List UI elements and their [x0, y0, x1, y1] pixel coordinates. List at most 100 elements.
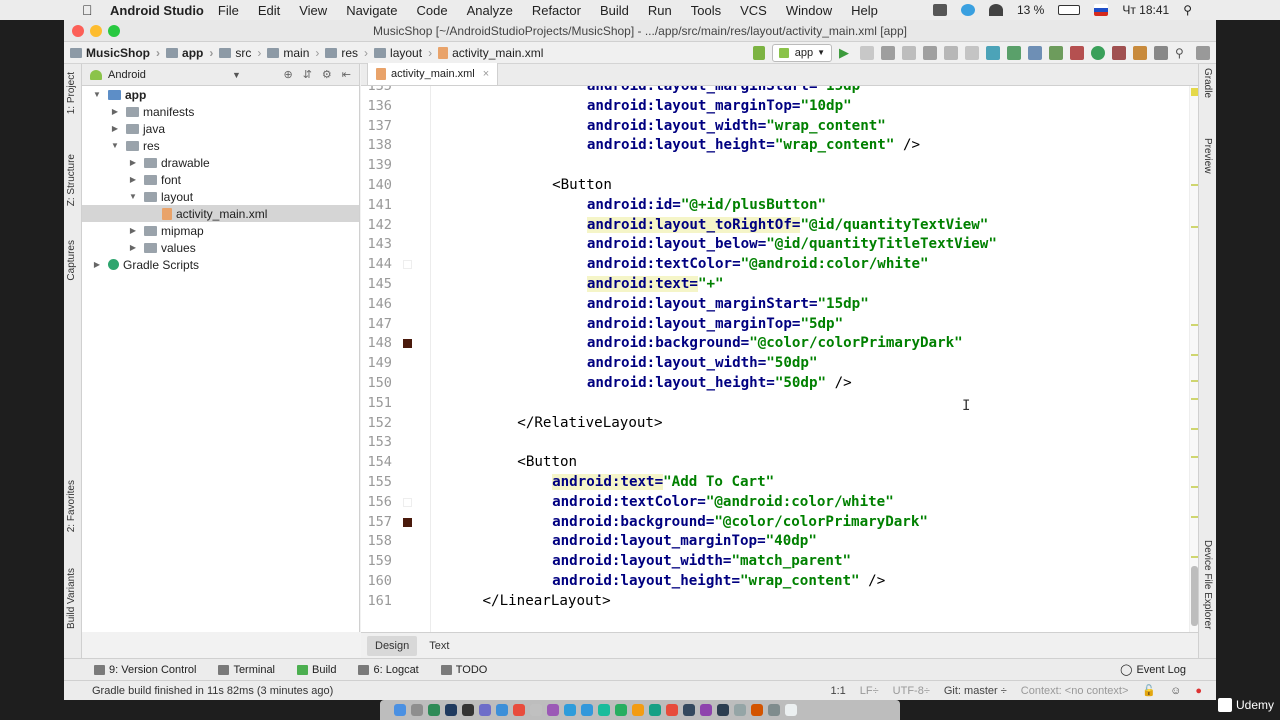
color-swatch-icon[interactable] [403, 260, 412, 270]
stripe-mark[interactable] [1191, 226, 1198, 228]
menu-code[interactable]: Code [417, 3, 448, 18]
app-icon[interactable] [547, 704, 559, 716]
collapsed-arrow-icon[interactable]: ▶ [128, 158, 138, 167]
app-icon[interactable] [683, 704, 695, 716]
search-icon[interactable]: ⚲ [1175, 46, 1189, 60]
attach-debugger-icon[interactable] [923, 46, 937, 60]
tree-item[interactable]: ▶ values [82, 239, 359, 256]
event-log-button[interactable]: ◯ Event Log [1120, 663, 1186, 677]
app-icon[interactable] [717, 704, 729, 716]
clock[interactable]: Чт 18:41 [1122, 3, 1169, 17]
code-line[interactable]: 141 android:id="@+id/plusButton" [361, 195, 1189, 215]
app-icon[interactable] [479, 704, 491, 716]
wifi-icon[interactable] [988, 4, 1003, 16]
finder-icon[interactable] [394, 704, 406, 716]
target-icon[interactable]: ⊕ [283, 68, 292, 81]
tab-favorites[interactable]: 2: Favorites [66, 480, 77, 532]
tree-item[interactable]: ▶ java [82, 120, 359, 137]
event-error-icon[interactable]: ● [1195, 685, 1202, 697]
battery-icon[interactable] [1058, 5, 1081, 15]
collapsed-arrow-icon[interactable]: ▶ [128, 226, 138, 235]
tree-item[interactable]: activity_main.xml [82, 205, 359, 222]
menu-run[interactable]: Run [648, 3, 672, 18]
collapsed-arrow-icon[interactable]: ▶ [128, 243, 138, 252]
tab-gradle[interactable]: Gradle [1202, 68, 1213, 98]
menu-navigate[interactable]: Navigate [346, 3, 397, 18]
color-swatch-icon[interactable] [403, 517, 412, 527]
app-icon[interactable] [496, 704, 508, 716]
app-icon[interactable] [700, 704, 712, 716]
code-line[interactable]: 157 android:background="@color/colorPrima… [361, 512, 1189, 532]
code-line[interactable]: 153 [361, 432, 1189, 452]
app-icon[interactable] [632, 704, 644, 716]
tab-activity-main[interactable]: activity_main.xml × [367, 63, 499, 85]
tab-captures[interactable]: Captures [66, 240, 77, 281]
stripe-mark[interactable] [1191, 556, 1198, 558]
code-line[interactable]: 138 android:layout_height="wrap_content" … [361, 135, 1189, 155]
stripe-mark[interactable] [1191, 486, 1198, 488]
error-stripe[interactable] [1189, 86, 1198, 632]
code-line[interactable]: 142 android:layout_toRightOf="@id/quantit… [361, 215, 1189, 235]
tab-preview[interactable]: Preview [1202, 138, 1213, 174]
stripe-mark[interactable] [1191, 398, 1198, 400]
code-area[interactable]: 135 android:layout_marginStart="15dp" 136 a… [361, 86, 1189, 632]
code-line[interactable]: 155 android:text="Add To Cart" [361, 472, 1189, 492]
make-project-icon[interactable] [752, 46, 765, 60]
collapse-icon[interactable]: ⇵ [303, 68, 312, 81]
code-line[interactable]: 146 android:layout_marginStart="15dp" [361, 294, 1189, 314]
code-line[interactable]: 156 android:textColor="@android:color/whi… [361, 492, 1189, 512]
tool-logcat[interactable]: 6: Logcat [358, 664, 419, 676]
coverage-icon[interactable] [944, 46, 958, 60]
collapsed-arrow-icon[interactable]: ▶ [110, 107, 120, 116]
collapsed-arrow-icon[interactable]: ▶ [92, 260, 102, 269]
gradle-sync-icon[interactable] [1091, 46, 1105, 60]
editor-scrollbar-thumb[interactable] [1191, 566, 1198, 626]
breadcrumb-res[interactable]: res › [325, 46, 368, 60]
breadcrumb-src[interactable]: src › [219, 46, 261, 60]
tree-item[interactable]: ▶ mipmap [82, 222, 359, 239]
menu-view[interactable]: View [299, 3, 327, 18]
git-branch[interactable]: Git: master ÷ [944, 685, 1007, 697]
breadcrumb-project[interactable]: MusicShop › [70, 46, 160, 60]
menu-build[interactable]: Build [600, 3, 629, 18]
menu-help[interactable]: Help [851, 3, 878, 18]
skype-dock-icon[interactable] [564, 704, 576, 716]
code-line[interactable]: 150 android:layout_height="50dp" /> [361, 373, 1189, 393]
skype-icon[interactable] [960, 4, 975, 16]
tool-terminal[interactable]: Terminal [218, 664, 275, 676]
tab-project[interactable]: 1: Project [66, 72, 77, 114]
tool-version-control[interactable]: 9: Version Control [94, 664, 196, 676]
analysis-status-icon[interactable] [1191, 88, 1198, 96]
stripe-mark[interactable] [1191, 324, 1198, 326]
app-menu-name[interactable]: Android Studio [110, 3, 204, 18]
android-studio-dock-icon[interactable] [428, 704, 440, 716]
avd-manager-icon[interactable] [1028, 46, 1042, 60]
expanded-arrow-icon[interactable]: ▼ [92, 90, 102, 99]
code-line[interactable]: 154 <Button [361, 452, 1189, 472]
tree-item[interactable]: ▼ app [82, 86, 359, 103]
code-line[interactable]: 161 </LinearLayout> [361, 591, 1189, 611]
lock-icon[interactable]: 🔓 [1142, 684, 1156, 697]
code-line[interactable]: 151 [361, 393, 1189, 413]
stripe-mark[interactable] [1191, 516, 1198, 518]
stripe-mark[interactable] [1191, 184, 1198, 186]
debug-icon[interactable] [881, 46, 895, 60]
close-icon[interactable]: × [483, 68, 489, 80]
status-message[interactable]: Gradle build finished in 11s 82ms (3 min… [92, 685, 333, 697]
zoom-window-button[interactable] [108, 25, 120, 37]
collapsed-arrow-icon[interactable]: ▶ [110, 124, 120, 133]
app-icon[interactable] [649, 704, 661, 716]
tree-item[interactable]: ▶ font [82, 171, 359, 188]
color-swatch-icon[interactable] [403, 497, 412, 507]
device-monitor-icon[interactable] [1112, 46, 1126, 60]
battery-percent[interactable]: 13 % [1017, 3, 1044, 17]
expanded-arrow-icon[interactable]: ▼ [110, 141, 120, 150]
app-icon[interactable] [513, 704, 525, 716]
breadcrumb-layout[interactable]: layout › [374, 46, 432, 60]
project-view-header[interactable]: Android ▼ ⊕ ⇵ ⚙ ⇤ [82, 64, 359, 86]
sync-icon[interactable] [986, 46, 1000, 60]
code-line[interactable]: 140 <Button [361, 175, 1189, 195]
profile-icon[interactable] [902, 46, 916, 60]
code-line[interactable]: 136 android:layout_marginTop="10dp" [361, 96, 1189, 116]
status-icon[interactable] [932, 4, 947, 16]
